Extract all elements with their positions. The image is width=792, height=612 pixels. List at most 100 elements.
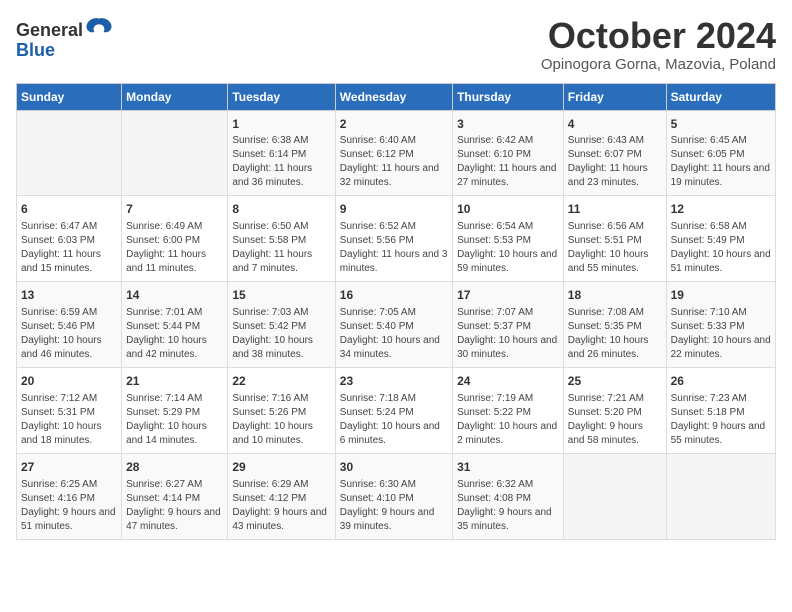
day-cell: 13 Sunrise: 6:59 AMSunset: 5:46 PMDayligh… [17, 282, 122, 368]
day-info: Sunrise: 6:40 AMSunset: 6:12 PMDaylight:… [340, 134, 448, 190]
day-number: 13 [21, 287, 117, 304]
day-number: 4 [568, 116, 662, 133]
day-cell: 22 Sunrise: 7:16 AMSunset: 5:26 PMDayligh… [228, 367, 335, 453]
title-area: October 2024 Opinogora Gorna, Mazovia, P… [541, 16, 776, 73]
header-day-friday: Friday [563, 83, 666, 110]
day-number: 14 [126, 287, 223, 304]
day-cell: 21 Sunrise: 7:14 AMSunset: 5:29 PMDayligh… [122, 367, 228, 453]
day-number: 31 [457, 459, 559, 476]
day-info: Sunrise: 7:19 AMSunset: 5:22 PMDaylight:… [457, 392, 559, 448]
header: General Blue October 2024 Opinogora Gorn… [16, 16, 776, 73]
day-cell: 10 Sunrise: 6:54 AMSunset: 5:53 PMDayligh… [453, 196, 564, 282]
day-number: 19 [671, 287, 771, 304]
day-info: Sunrise: 7:16 AMSunset: 5:26 PMDaylight:… [232, 392, 330, 448]
day-cell: 30 Sunrise: 6:30 AMSunset: 4:10 PMDayligh… [335, 453, 452, 539]
day-number: 29 [232, 459, 330, 476]
day-number: 3 [457, 116, 559, 133]
day-number: 5 [671, 116, 771, 133]
day-number: 11 [568, 201, 662, 218]
day-cell: 31Sunrise: 6:32 AMSunset: 4:08 PMDayligh… [453, 453, 564, 539]
day-cell [563, 453, 666, 539]
day-number: 6 [21, 201, 117, 218]
day-number: 20 [21, 373, 117, 390]
header-row: SundayMondayTuesdayWednesdayThursdayFrid… [17, 83, 776, 110]
day-number: 21 [126, 373, 223, 390]
logo-blue: Blue [16, 40, 55, 61]
day-cell: 2Sunrise: 6:40 AMSunset: 6:12 PMDaylight… [335, 110, 452, 196]
day-info: Sunrise: 7:23 AMSunset: 5:18 PMDaylight:… [671, 392, 771, 448]
day-number: 15 [232, 287, 330, 304]
day-info: Sunrise: 6:58 AMSunset: 5:49 PMDaylight:… [671, 220, 771, 276]
day-info: Sunrise: 7:18 AMSunset: 5:24 PMDaylight:… [340, 392, 448, 448]
day-cell [17, 110, 122, 196]
day-cell: 25Sunrise: 7:21 AMSunset: 5:20 PMDayligh… [563, 367, 666, 453]
week-row-3: 13 Sunrise: 6:59 AMSunset: 5:46 PMDayligh… [17, 282, 776, 368]
day-number: 27 [21, 459, 117, 476]
day-info: Sunrise: 6:27 AMSunset: 4:14 PMDaylight:… [126, 478, 223, 534]
day-info: Sunrise: 6:56 AMSunset: 5:51 PMDaylight:… [568, 220, 662, 276]
day-cell: 1Sunrise: 6:38 AMSunset: 6:14 PMDaylight… [228, 110, 335, 196]
day-info: Sunrise: 7:12 AMSunset: 5:31 PMDaylight:… [21, 392, 117, 448]
day-cell: 15 Sunrise: 7:03 AMSunset: 5:42 PMDayligh… [228, 282, 335, 368]
day-number: 8 [232, 201, 330, 218]
day-info: Sunrise: 6:52 AMSunset: 5:56 PMDaylight:… [340, 220, 448, 276]
day-number: 30 [340, 459, 448, 476]
day-number: 17 [457, 287, 559, 304]
day-cell: 11 Sunrise: 6:56 AMSunset: 5:51 PMDayligh… [563, 196, 666, 282]
day-info: Sunrise: 6:47 AMSunset: 6:03 PMDaylight:… [21, 220, 117, 276]
day-number: 16 [340, 287, 448, 304]
week-row-4: 20 Sunrise: 7:12 AMSunset: 5:31 PMDayligh… [17, 367, 776, 453]
day-cell: 17Sunrise: 7:07 AMSunset: 5:37 PMDayligh… [453, 282, 564, 368]
day-cell: 24 Sunrise: 7:19 AMSunset: 5:22 PMDayligh… [453, 367, 564, 453]
logo: General Blue [16, 16, 113, 61]
day-number: 2 [340, 116, 448, 133]
header-day-monday: Monday [122, 83, 228, 110]
day-number: 12 [671, 201, 771, 218]
day-info: Sunrise: 6:42 AMSunset: 6:10 PMDaylight:… [457, 134, 559, 190]
day-cell: 4Sunrise: 6:43 AMSunset: 6:07 PMDaylight… [563, 110, 666, 196]
header-day-saturday: Saturday [666, 83, 775, 110]
day-cell: 6 Sunrise: 6:47 AMSunset: 6:03 PMDaylight… [17, 196, 122, 282]
subtitle: Opinogora Gorna, Mazovia, Poland [541, 56, 776, 73]
day-info: Sunrise: 7:14 AMSunset: 5:29 PMDaylight:… [126, 392, 223, 448]
day-info: Sunrise: 7:03 AMSunset: 5:42 PMDaylight:… [232, 306, 330, 362]
day-info: Sunrise: 7:01 AMSunset: 5:44 PMDaylight:… [126, 306, 223, 362]
day-info: Sunrise: 7:10 AMSunset: 5:33 PMDaylight:… [671, 306, 771, 362]
day-cell: 20 Sunrise: 7:12 AMSunset: 5:31 PMDayligh… [17, 367, 122, 453]
week-row-2: 6 Sunrise: 6:47 AMSunset: 6:03 PMDaylight… [17, 196, 776, 282]
day-info: Sunrise: 6:50 AMSunset: 5:58 PMDaylight:… [232, 220, 330, 276]
day-cell [666, 453, 775, 539]
day-info: Sunrise: 6:25 AMSunset: 4:16 PMDaylight:… [21, 478, 117, 534]
day-number: 1 [232, 116, 330, 133]
day-number: 22 [232, 373, 330, 390]
day-info: Sunrise: 6:30 AMSunset: 4:10 PMDaylight:… [340, 478, 448, 534]
day-info: Sunrise: 6:45 AMSunset: 6:05 PMDaylight:… [671, 134, 771, 190]
day-number: 18 [568, 287, 662, 304]
day-cell: 8 Sunrise: 6:50 AMSunset: 5:58 PMDaylight… [228, 196, 335, 282]
day-cell: 26 Sunrise: 7:23 AMSunset: 5:18 PMDayligh… [666, 367, 775, 453]
day-cell: 27 Sunrise: 6:25 AMSunset: 4:16 PMDayligh… [17, 453, 122, 539]
calendar-body: 1Sunrise: 6:38 AMSunset: 6:14 PMDaylight… [17, 110, 776, 539]
month-title: October 2024 [541, 16, 776, 56]
week-row-1: 1Sunrise: 6:38 AMSunset: 6:14 PMDaylight… [17, 110, 776, 196]
day-number: 25 [568, 373, 662, 390]
day-info: Sunrise: 6:29 AMSunset: 4:12 PMDaylight:… [232, 478, 330, 534]
day-cell: 12 Sunrise: 6:58 AMSunset: 5:49 PMDayligh… [666, 196, 775, 282]
day-cell: 5Sunrise: 6:45 AMSunset: 6:05 PMDaylight… [666, 110, 775, 196]
header-day-wednesday: Wednesday [335, 83, 452, 110]
day-cell [122, 110, 228, 196]
day-number: 9 [340, 201, 448, 218]
header-day-tuesday: Tuesday [228, 83, 335, 110]
day-info: Sunrise: 6:54 AMSunset: 5:53 PMDaylight:… [457, 220, 559, 276]
calendar-table: SundayMondayTuesdayWednesdayThursdayFrid… [16, 83, 776, 540]
day-number: 26 [671, 373, 771, 390]
day-number: 10 [457, 201, 559, 218]
day-cell: 18Sunrise: 7:08 AMSunset: 5:35 PMDayligh… [563, 282, 666, 368]
day-info: Sunrise: 6:59 AMSunset: 5:46 PMDaylight:… [21, 306, 117, 362]
day-cell: 9 Sunrise: 6:52 AMSunset: 5:56 PMDaylight… [335, 196, 452, 282]
day-number: 24 [457, 373, 559, 390]
day-info: Sunrise: 6:49 AMSunset: 6:00 PMDaylight:… [126, 220, 223, 276]
day-number: 28 [126, 459, 223, 476]
day-cell: 7 Sunrise: 6:49 AMSunset: 6:00 PMDaylight… [122, 196, 228, 282]
day-number: 7 [126, 201, 223, 218]
